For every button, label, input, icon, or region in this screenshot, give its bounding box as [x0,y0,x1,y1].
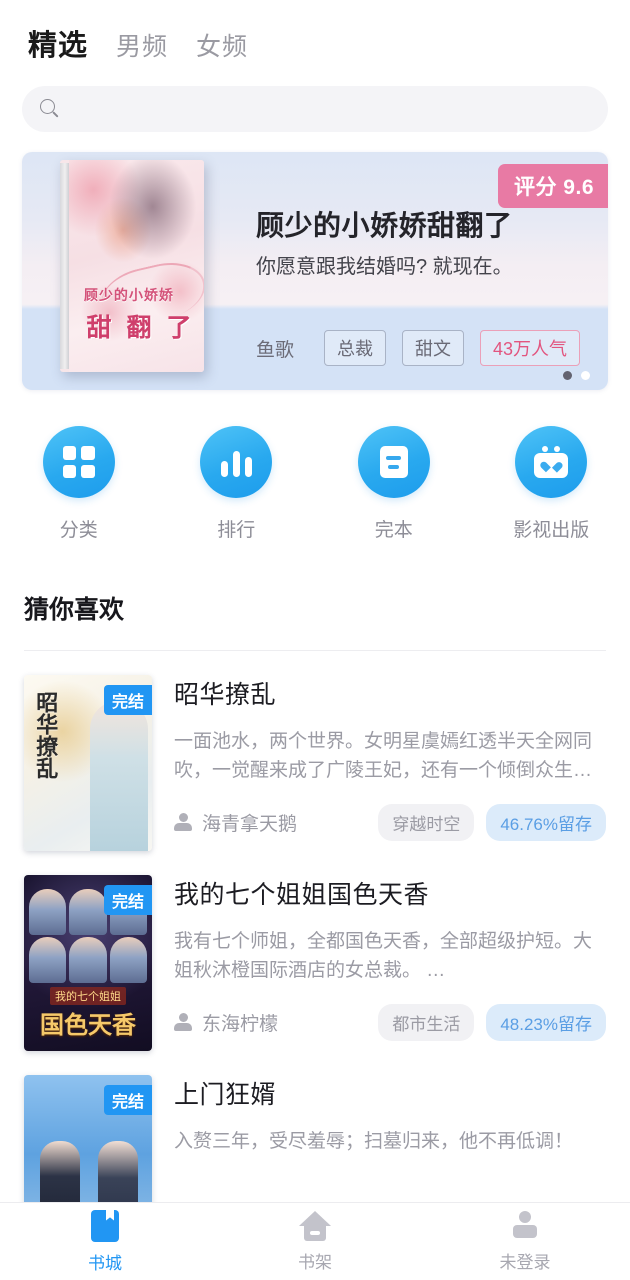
banner-meta-row: 鱼歌 总裁 甜文 43万人气 [256,330,590,366]
search-icon [40,98,61,120]
book-spine [60,163,69,369]
document-icon [357,426,430,498]
person-icon [174,1012,192,1032]
quick-action-category[interactable]: 分类 [0,426,158,542]
book-category-tag[interactable]: 都市生活 [378,1003,475,1041]
person-icon [174,812,192,832]
pagination-dot-active[interactable] [563,371,572,380]
tab-nanpin[interactable]: 男频 [116,27,168,63]
quick-action-ranking[interactable]: 排行 [158,426,316,542]
tab-nvpin[interactable]: 女频 [196,27,248,63]
section-title-recommend: 猜你喜欢 [24,596,125,624]
book-meta-row: 东海柠檬 都市生活 48.23%留存 [174,1003,606,1041]
quick-action-label: 排行 [217,520,256,541]
banner-popularity-tag[interactable]: 43万人气 [480,330,581,366]
book-title[interactable]: 昭华撩乱 [174,675,606,711]
rating-badge: 评分 9.6 [497,164,608,208]
nav-label: 未登录 [499,1252,551,1272]
nav-item-bookstore[interactable]: 书城 [0,1209,210,1274]
featured-banner[interactable]: 评分 9.6 顾少的小娇娇 甜 翻 了 顾少的小娇娇甜翻了 你愿意跟我结婚吗? … [22,152,608,390]
status-badge: 完结 [103,1085,152,1115]
status-badge: 完结 [103,685,152,715]
book-cover[interactable]: 我的七个姐姐 国色天香 完结 [24,875,152,1051]
tab-jingxuan[interactable]: 精选 [28,22,88,64]
book-category-tag[interactable]: 穿越时空 [378,803,475,841]
nav-label: 书架 [298,1252,332,1272]
cover-title-large: 甜 翻 了 [86,314,196,343]
book-cover[interactable]: 昭华撩乱 完结 [24,675,152,851]
book-title[interactable]: 我的七个姐姐国色天香 [174,875,606,911]
book-list-item[interactable]: 昭华撩乱 完结 昭华撩乱 一面池水，两个世界。女明星虞嫣红透半天全网同吹，一觉醒… [0,651,630,851]
book-author: 东海柠檬 [202,1013,279,1035]
book-title[interactable]: 上门狂婿 [174,1075,606,1111]
banner-book-cover[interactable]: 顾少的小娇娇 甜 翻 了 [60,160,204,372]
quick-action-label: 完本 [374,520,413,541]
book-list-item[interactable]: 我的七个姐姐 国色天香 完结 我的七个姐姐国色天香 我有七个师姐，全都国色天香，… [0,851,630,1051]
shopping-bag-heart-icon [515,426,588,498]
quick-action-label: 影视出版 [513,520,590,541]
book-tags: 都市生活 48.23%留存 [378,1003,606,1041]
cover-subtitle-text: 我的七个姐姐 [50,987,126,1005]
top-tab-bar: 精选 男频 女频 [0,0,630,64]
quick-action-label: 分类 [59,520,98,541]
nav-item-account[interactable]: 未登录 [420,1210,630,1273]
app-root: 精选 男频 女频 评分 9.6 顾少的小娇娇 甜 翻 了 顾少的小娇娇甜翻了 你… [0,0,630,1280]
book-retention-tag: 48.23%留存 [486,1003,606,1041]
book-info: 我的七个姐姐国色天香 我有七个师姐，全都国色天香，全部超级护短。大姐秋沐橙国际酒… [152,875,606,1051]
book-meta-row: 海青拿天鹅 穿越时空 46.76%留存 [174,803,606,841]
book-info: 昭华撩乱 一面池水，两个世界。女明星虞嫣红透半天全网同吹，一觉醒来成了广陵王妃，… [152,675,606,851]
banner-pagination-dots [563,371,590,380]
book-icon [91,1209,119,1242]
status-badge: 完结 [103,885,152,915]
banner-section: 评分 9.6 顾少的小娇娇 甜 翻 了 顾少的小娇娇甜翻了 你愿意跟我结婚吗? … [0,132,630,390]
search-section [0,64,630,132]
bottom-navigation: 书城 书架 未登录 [0,1202,630,1280]
banner-title: 顾少的小娇娇甜翻了 [256,210,513,241]
quick-action-completed[interactable]: 完本 [315,426,473,542]
cover-title-text: 国色天香 [40,1012,136,1039]
cover-artwork: 顾少的小娇娇 甜 翻 了 [69,160,204,372]
book-description: 我有七个师姐，全都国色天香，全部超级护短。大姐秋沐橙国际酒店的女总裁。 … [174,931,593,982]
search-input[interactable] [71,99,590,119]
book-retention-tag: 46.76%留存 [486,803,606,841]
banner-author: 鱼歌 [256,339,295,361]
nav-label: 书城 [88,1253,122,1273]
quick-action-publishing[interactable]: 影视出版 [473,426,630,542]
book-tags: 穿越时空 46.76%留存 [378,803,606,841]
book-author: 海青拿天鹅 [202,813,298,835]
grid-icon [42,426,115,498]
quick-actions-row: 分类 排行 完本 影视出版 [0,390,630,542]
user-icon [510,1210,540,1241]
book-description: 一面池水，两个世界。女明星虞嫣红透半天全网同吹，一觉醒来成了广陵王妃，还有一个倾… [174,731,593,782]
home-icon [299,1210,331,1241]
nav-item-bookshelf[interactable]: 书架 [210,1210,420,1273]
banner-subtitle: 你愿意跟我结婚吗? 就现在。 [256,256,513,278]
cover-figure [90,701,148,851]
banner-tag-1[interactable]: 甜文 [402,330,465,366]
cover-title-text: 昭华撩乱 [33,691,59,779]
banner-tag-0[interactable]: 总裁 [324,330,387,366]
bar-chart-icon [200,426,273,498]
cover-title-small: 顾少的小娇娇 [83,287,174,304]
search-bar[interactable] [22,86,608,132]
book-description: 入赘三年，受尽羞辱；扫墓归来，他不再低调！ [174,1131,574,1152]
pagination-dot[interactable] [581,371,590,380]
